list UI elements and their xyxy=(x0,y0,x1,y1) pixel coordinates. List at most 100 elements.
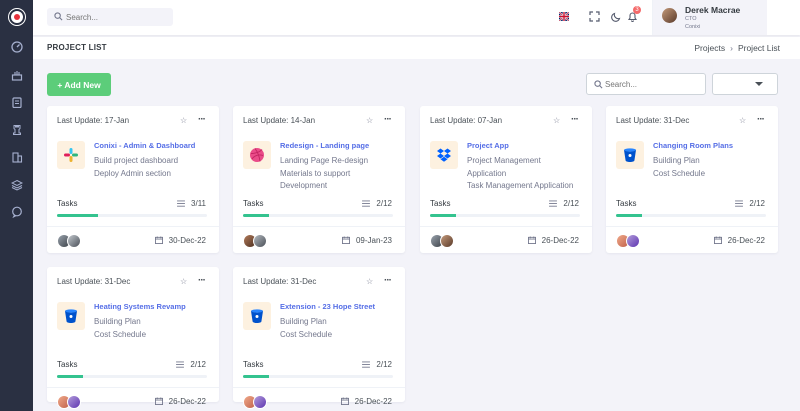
tasks-label: Tasks xyxy=(243,199,264,208)
tasks-count: 2/12 xyxy=(735,199,765,208)
add-new-button[interactable]: + Add New xyxy=(47,73,111,96)
project-title[interactable]: Changing Room Plans xyxy=(653,141,733,150)
card-divider xyxy=(47,226,219,227)
more-options-icon[interactable]: ··· xyxy=(757,114,765,125)
project-desc-line: Building Plan xyxy=(94,317,141,326)
project-title[interactable]: Project App xyxy=(467,141,509,150)
more-options-icon[interactable]: ··· xyxy=(198,114,206,125)
project-desc-line: Building Plan xyxy=(280,317,327,326)
project-card[interactable]: Last Update: 31-Dec ☆ ··· Changing Room Pla… xyxy=(606,106,778,253)
tasks-count-value: 2/12 xyxy=(376,360,392,369)
tasks-count-value: 2/12 xyxy=(190,360,206,369)
avatar xyxy=(662,8,677,23)
avatar[interactable] xyxy=(67,395,81,409)
tasks-count-value: 2/12 xyxy=(749,199,765,208)
due-date-value: 26-Dec-22 xyxy=(354,397,392,406)
more-options-icon[interactable]: ··· xyxy=(571,114,579,125)
more-options-icon[interactable]: ··· xyxy=(384,114,392,125)
project-desc-line: Building Plan xyxy=(653,156,700,165)
due-date: 09-Jan-23 xyxy=(341,236,392,245)
avatar[interactable] xyxy=(67,234,81,248)
due-date: 26-Dec-22 xyxy=(154,397,206,406)
building-icon[interactable] xyxy=(11,151,23,163)
filter-select[interactable] xyxy=(712,73,778,95)
more-options-icon[interactable]: ··· xyxy=(384,275,392,286)
due-date-value: 26-Dec-22 xyxy=(541,236,579,245)
progress-fill xyxy=(243,214,269,217)
dropbox-icon xyxy=(430,141,458,169)
project-card[interactable]: Last Update: 31-Dec ☆ ··· Heating Systems R… xyxy=(47,267,219,409)
card-divider xyxy=(47,387,219,388)
progress-fill xyxy=(243,375,269,378)
project-description: Landing Page Re-design Materials to suppo… xyxy=(280,155,400,193)
bitbucket-icon xyxy=(243,302,271,330)
clipboard-icon[interactable] xyxy=(11,96,23,108)
project-title[interactable]: Conixi - Admin & Dashboard xyxy=(94,141,195,150)
project-desc-line: Materials to support xyxy=(280,168,351,178)
project-card[interactable]: Last Update: 31-Dec ☆ ··· Extension - 23 Ho… xyxy=(233,267,405,409)
uk-flag-icon[interactable] xyxy=(559,12,569,21)
chess-rook-icon[interactable] xyxy=(11,124,23,136)
list-icon xyxy=(177,199,185,208)
project-description: Build project dashboard Deploy Admin sect… xyxy=(94,155,214,180)
list-icon xyxy=(362,199,371,208)
progress-bar xyxy=(430,214,580,217)
project-desc-line: Cost Schedule xyxy=(653,168,706,178)
star-icon[interactable]: ☆ xyxy=(739,116,746,125)
progress-fill xyxy=(57,375,83,378)
project-title[interactable]: Extension - 23 Hope Street xyxy=(280,302,375,311)
due-date-value: 30-Dec-22 xyxy=(168,236,206,245)
dashboard-icon[interactable] xyxy=(11,41,23,53)
project-search[interactable] xyxy=(586,73,706,95)
last-update: Last Update: 31-Dec xyxy=(616,116,690,125)
calendar-icon xyxy=(713,236,722,245)
dark-mode-icon[interactable] xyxy=(611,11,622,22)
last-update: Last Update: 17-Jan xyxy=(57,116,130,125)
tasks-label: Tasks xyxy=(57,199,78,208)
avatar[interactable] xyxy=(626,234,640,248)
more-options-icon[interactable]: ··· xyxy=(198,275,206,286)
due-date-value: 09-Jan-23 xyxy=(355,236,392,245)
project-desc-line: Build project dashboard xyxy=(94,156,179,165)
calendar-icon xyxy=(154,236,163,245)
progress-fill xyxy=(57,214,98,217)
progress-bar xyxy=(57,214,207,217)
project-title[interactable]: Heating Systems Revamp xyxy=(94,302,186,311)
progress-fill xyxy=(430,214,456,217)
tasks-count: 2/12 xyxy=(176,360,206,369)
star-icon[interactable]: ☆ xyxy=(366,277,373,286)
header-search[interactable] xyxy=(47,8,173,26)
slack-icon xyxy=(57,141,85,169)
user-menu[interactable]: Derek Macrae CTO Conixi xyxy=(652,0,767,35)
project-card[interactable]: Last Update: 14-Jan ☆ ··· Redesign - Landin… xyxy=(233,106,405,253)
tasks-label: Tasks xyxy=(57,360,78,369)
card-divider xyxy=(233,387,405,388)
project-desc-line: Deploy Admin section xyxy=(94,168,171,178)
avatar[interactable] xyxy=(253,234,267,248)
chat-icon[interactable] xyxy=(11,206,23,218)
brand-logo[interactable] xyxy=(9,9,25,25)
project-card[interactable]: Last Update: 17-Jan ☆ ··· Conixi - Admin & … xyxy=(47,106,219,253)
project-title[interactable]: Redesign - Landing page xyxy=(280,141,369,150)
project-card[interactable]: Last Update: 07-Jan ☆ ··· Project App Projec… xyxy=(420,106,592,253)
tasks-label: Tasks xyxy=(616,199,637,208)
avatar[interactable] xyxy=(253,395,267,409)
breadcrumb-projects[interactable]: Projects xyxy=(694,43,725,53)
star-icon[interactable]: ☆ xyxy=(366,116,373,125)
progress-bar xyxy=(243,375,393,378)
header-search-input[interactable] xyxy=(66,10,166,24)
tasks-count-value: 2/12 xyxy=(376,199,392,208)
star-icon[interactable]: ☆ xyxy=(180,277,187,286)
cake-icon[interactable] xyxy=(11,69,23,81)
project-search-input[interactable] xyxy=(605,77,700,91)
tasks-label: Tasks xyxy=(243,360,264,369)
search-icon xyxy=(594,80,603,89)
fullscreen-icon[interactable] xyxy=(589,11,600,22)
list-icon xyxy=(549,199,558,208)
layers-icon[interactable] xyxy=(11,179,23,191)
star-icon[interactable]: ☆ xyxy=(553,116,560,125)
star-icon[interactable]: ☆ xyxy=(180,116,187,125)
avatar[interactable] xyxy=(440,234,454,248)
due-date-value: 26-Dec-22 xyxy=(168,397,206,406)
add-new-label: + Add New xyxy=(57,79,101,90)
